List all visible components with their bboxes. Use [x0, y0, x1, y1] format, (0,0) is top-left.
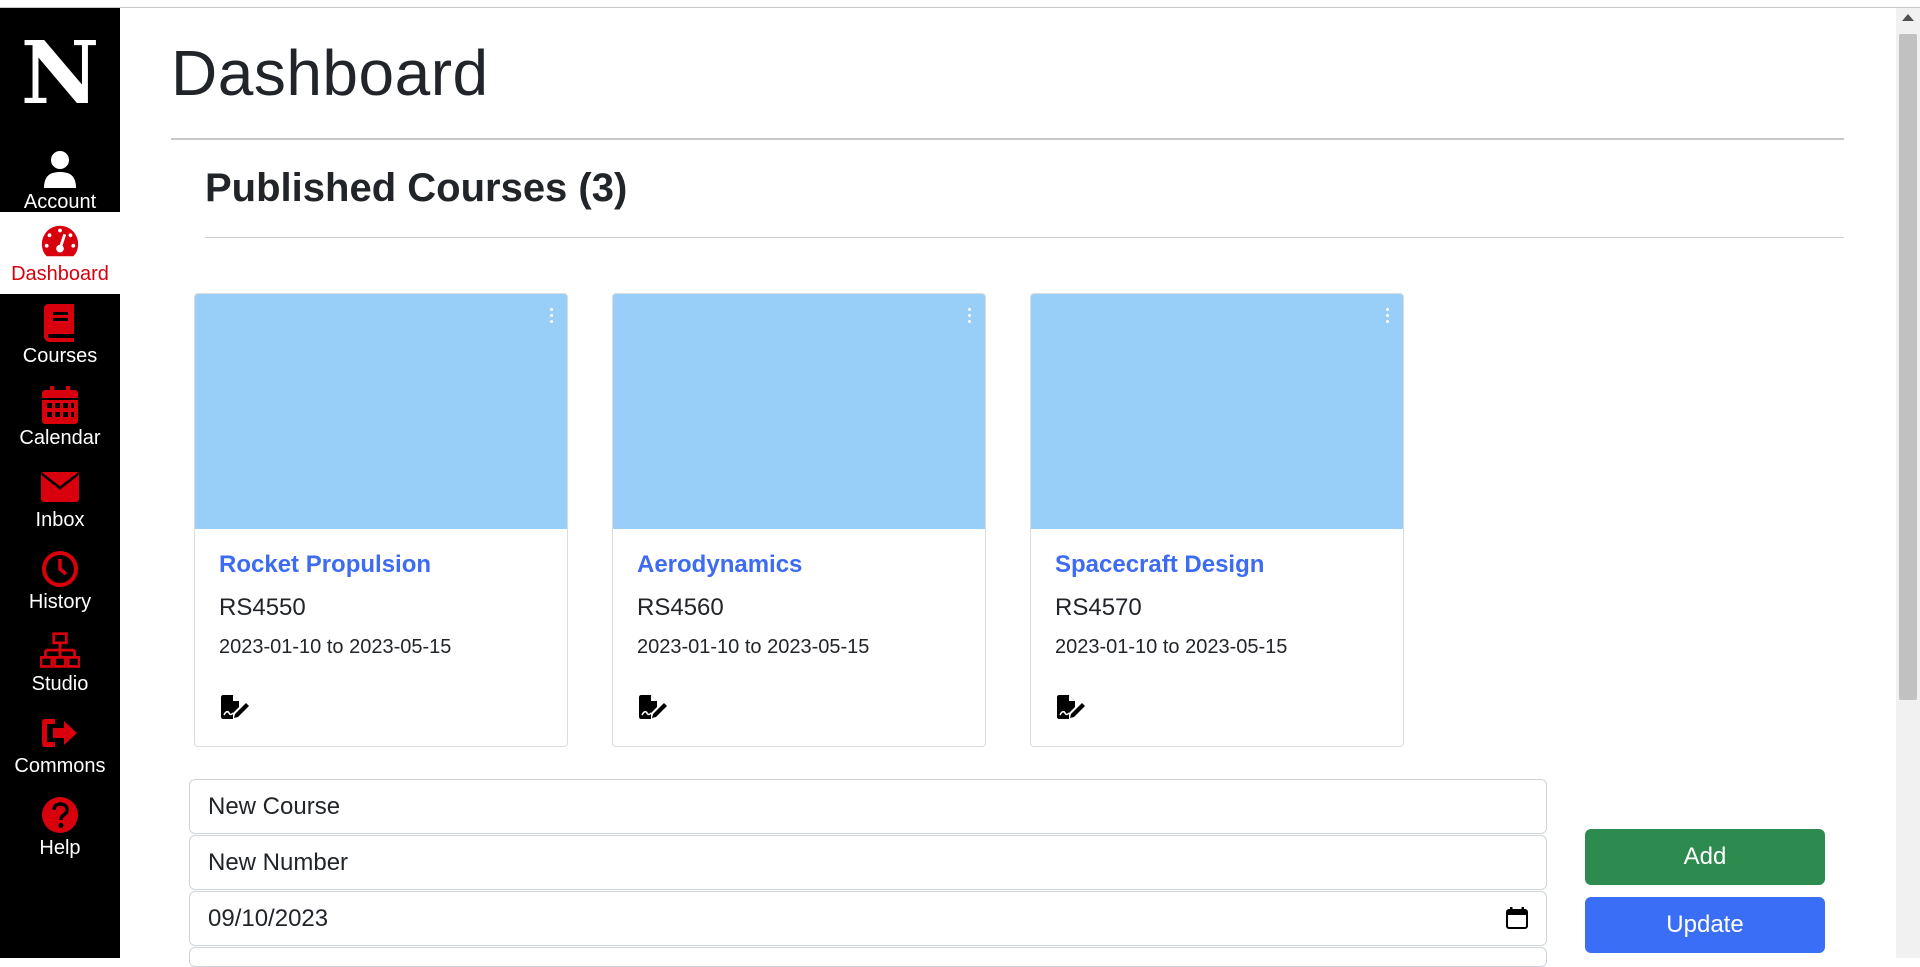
divider	[205, 237, 1844, 238]
sidebar-item-calendar[interactable]: Calendar	[0, 376, 120, 458]
scroll-up-arrow-icon[interactable]	[1902, 14, 1914, 21]
new-number-input[interactable]	[208, 848, 1546, 877]
sidebar-item-label: Account	[23, 190, 97, 213]
course-number: RS4560	[637, 594, 724, 621]
course-card-image	[613, 294, 985, 529]
book-icon	[40, 303, 80, 343]
sidebar-item-label: Inbox	[35, 508, 85, 531]
sidebar-item-dashboard[interactable]: Dashboard	[0, 212, 120, 294]
sidebar-item-label: Commons	[14, 754, 106, 777]
course-card[interactable]: Spacecraft Design RS4570 2023-01-10 to 2…	[1030, 293, 1404, 747]
calendar-icon	[40, 385, 80, 425]
network-icon	[40, 631, 80, 671]
logo-letter: N	[20, 23, 100, 124]
browser-top-border	[0, 0, 1920, 8]
section-title: Published Courses (3)	[205, 166, 628, 210]
divider	[171, 138, 1844, 140]
sidebar-item-label: Calendar	[19, 426, 101, 449]
course-card-image	[1031, 294, 1403, 529]
new-number-field[interactable]	[189, 835, 1547, 890]
course-number: RS4570	[1055, 594, 1142, 621]
next-field[interactable]	[189, 947, 1547, 967]
dashboard-gauge-icon	[40, 221, 80, 261]
file-signature-icon[interactable]	[219, 694, 249, 722]
calendar-picker-icon[interactable]	[1506, 907, 1528, 929]
envelope-icon	[40, 467, 80, 507]
sidebar-item-label: Studio	[31, 672, 89, 695]
sidebar-item-commons[interactable]: Commons	[0, 704, 120, 786]
sidebar-item-studio[interactable]: Studio	[0, 622, 120, 704]
file-signature-icon[interactable]	[1055, 694, 1085, 722]
clock-icon	[40, 549, 80, 589]
course-dates: 2023-01-10 to 2023-05-15	[637, 636, 870, 658]
sidebar-item-inbox[interactable]: Inbox	[0, 458, 120, 540]
logo[interactable]: N	[0, 8, 120, 140]
question-circle-icon	[40, 795, 80, 835]
sign-out-icon	[40, 713, 80, 753]
add-button[interactable]: Add	[1585, 829, 1825, 885]
file-signature-icon[interactable]	[637, 694, 667, 722]
page-title: Dashboard	[171, 37, 489, 109]
course-card[interactable]: Aerodynamics RS4560 2023-01-10 to 2023-0…	[612, 293, 986, 747]
course-card[interactable]: Rocket Propulsion RS4550 2023-01-10 to 2…	[194, 293, 568, 747]
course-title-link[interactable]: Rocket Propulsion	[219, 551, 431, 579]
course-number: RS4550	[219, 594, 306, 621]
sidebar-item-help[interactable]: Help	[0, 786, 120, 868]
user-icon	[40, 149, 80, 189]
kebab-menu-icon[interactable]	[547, 308, 555, 328]
new-course-field[interactable]	[189, 779, 1547, 834]
sidebar: N Account Dashboard Courses Calendar Inb…	[0, 8, 120, 958]
scrollbar-thumb[interactable]	[1899, 34, 1917, 700]
sidebar-item-label: History	[28, 590, 92, 613]
course-title-link[interactable]: Spacecraft Design	[1055, 551, 1264, 579]
sidebar-item-account[interactable]: Account	[0, 140, 120, 222]
course-title-link[interactable]: Aerodynamics	[637, 551, 802, 579]
sidebar-item-label: Courses	[22, 344, 98, 367]
kebab-menu-icon[interactable]	[1383, 308, 1391, 328]
new-course-input[interactable]	[208, 792, 1546, 821]
course-card-image	[195, 294, 567, 529]
sidebar-item-label: Help	[39, 836, 81, 859]
kebab-menu-icon[interactable]	[965, 308, 973, 328]
update-button[interactable]: Update	[1585, 897, 1825, 953]
sidebar-item-history[interactable]: History	[0, 540, 120, 622]
start-date-field[interactable]: 09/10/2023	[189, 891, 1547, 946]
sidebar-item-label: Dashboard	[11, 262, 109, 285]
sidebar-item-courses[interactable]: Courses	[0, 294, 120, 376]
start-date-value: 09/10/2023	[208, 904, 329, 932]
course-dates: 2023-01-10 to 2023-05-15	[1055, 636, 1288, 658]
course-dates: 2023-01-10 to 2023-05-15	[219, 636, 452, 658]
